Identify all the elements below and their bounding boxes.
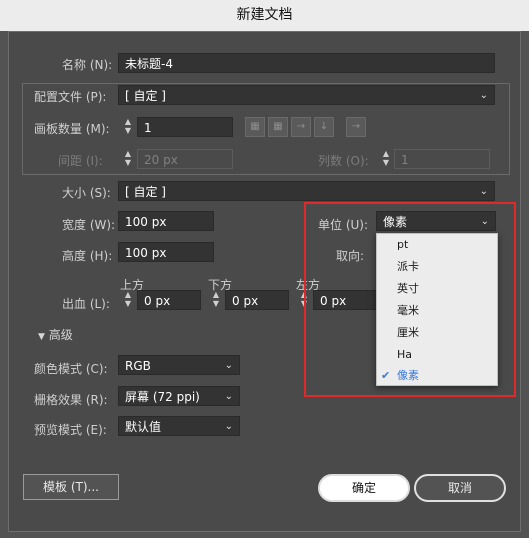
- window-title: 新建文档: [0, 0, 529, 31]
- cancel-button[interactable]: 取消: [414, 474, 506, 502]
- width-label: 宽度 (W):: [62, 218, 116, 232]
- height-label: 高度 (H):: [62, 249, 113, 263]
- raster-select[interactable]: 屏幕 (72 ppi) ⌄: [118, 386, 240, 406]
- size-value: [ 自定 ]: [125, 185, 166, 199]
- raster-value: 屏幕 (72 ppi): [125, 390, 200, 404]
- profile-select[interactable]: [ 自定 ] ⌄: [118, 85, 495, 105]
- units-option-cm[interactable]: 厘米: [377, 322, 497, 344]
- profile-value: [ 自定 ]: [125, 89, 166, 103]
- right-to-left-icon[interactable]: →: [346, 117, 366, 137]
- chevron-down-icon: ⌄: [224, 391, 233, 402]
- chevron-down-icon: ⌄: [479, 90, 488, 101]
- color-mode-select[interactable]: RGB ⌄: [118, 355, 240, 375]
- color-mode-value: RGB: [125, 359, 151, 373]
- artboards-input[interactable]: 1: [137, 117, 233, 137]
- ok-button[interactable]: 确定: [318, 474, 410, 502]
- units-option-pixel[interactable]: ✔ 像素: [377, 366, 497, 385]
- columns-label: 列数 (O):: [318, 154, 369, 168]
- units-option-pt[interactable]: pt: [377, 234, 497, 256]
- spacing-input[interactable]: 20 px: [137, 149, 233, 169]
- profile-label: 配置文件 (P):: [34, 90, 107, 104]
- chevron-down-icon: ⌄: [479, 186, 488, 197]
- size-select[interactable]: [ 自定 ] ⌄: [118, 181, 495, 201]
- grid-by-column-icon[interactable]: ▦: [268, 117, 288, 137]
- units-option-ha[interactable]: Ha: [377, 344, 497, 366]
- grid-by-row-icon[interactable]: ▦: [245, 117, 265, 137]
- units-dropdown-menu: pt 派卡 英寸 毫米 厘米 Ha ✔ 像素: [376, 233, 498, 386]
- chevron-down-icon: ⌄: [224, 421, 233, 432]
- raster-label: 栅格效果 (R):: [34, 393, 108, 407]
- units-option-pixel-label: 像素: [397, 369, 419, 382]
- color-mode-label: 颜色模式 (C):: [34, 362, 108, 376]
- preview-select[interactable]: 默认值 ⌄: [118, 416, 240, 436]
- bleed-label: 出血 (L):: [62, 297, 110, 311]
- advanced-label: 高级: [48, 328, 73, 342]
- bleed-bottom-input[interactable]: 0 px: [225, 290, 289, 310]
- height-input[interactable]: 100 px: [118, 242, 214, 262]
- columns-input[interactable]: 1: [394, 149, 490, 169]
- preview-label: 预览模式 (E):: [34, 423, 107, 437]
- columns-stepper[interactable]: ▲ ▼: [378, 149, 394, 169]
- advanced-toggle[interactable]: ▼ 高级: [38, 326, 73, 343]
- artboards-stepper[interactable]: ▲ ▼: [120, 117, 136, 137]
- name-label: 名称 (N):: [62, 58, 113, 72]
- bleed-top-input[interactable]: 0 px: [137, 290, 201, 310]
- width-input[interactable]: 100 px: [118, 211, 214, 231]
- spacing-stepper[interactable]: ▲ ▼: [120, 149, 136, 169]
- triangle-down-icon: ▼: [38, 332, 45, 342]
- preview-value: 默认值: [125, 420, 162, 434]
- checkmark-icon: ✔: [381, 369, 391, 382]
- size-label: 大小 (S):: [62, 186, 111, 200]
- bleed-bottom-stepper[interactable]: ▲ ▼: [208, 290, 224, 310]
- units-option-pica[interactable]: 派卡: [377, 256, 497, 278]
- spacing-label: 间距 (I):: [58, 154, 103, 168]
- chevron-down-icon: ⌄: [224, 360, 233, 371]
- bleed-top-stepper[interactable]: ▲ ▼: [120, 290, 136, 310]
- arrange-by-row-icon[interactable]: →: [291, 117, 311, 137]
- name-input[interactable]: 未标题-4: [118, 53, 495, 73]
- artboards-label: 画板数量 (M):: [34, 122, 110, 136]
- arrange-by-column-icon[interactable]: ↓: [314, 117, 334, 137]
- templates-button[interactable]: 模板 (T)...: [23, 474, 119, 500]
- units-option-mm[interactable]: 毫米: [377, 300, 497, 322]
- units-option-inch[interactable]: 英寸: [377, 278, 497, 300]
